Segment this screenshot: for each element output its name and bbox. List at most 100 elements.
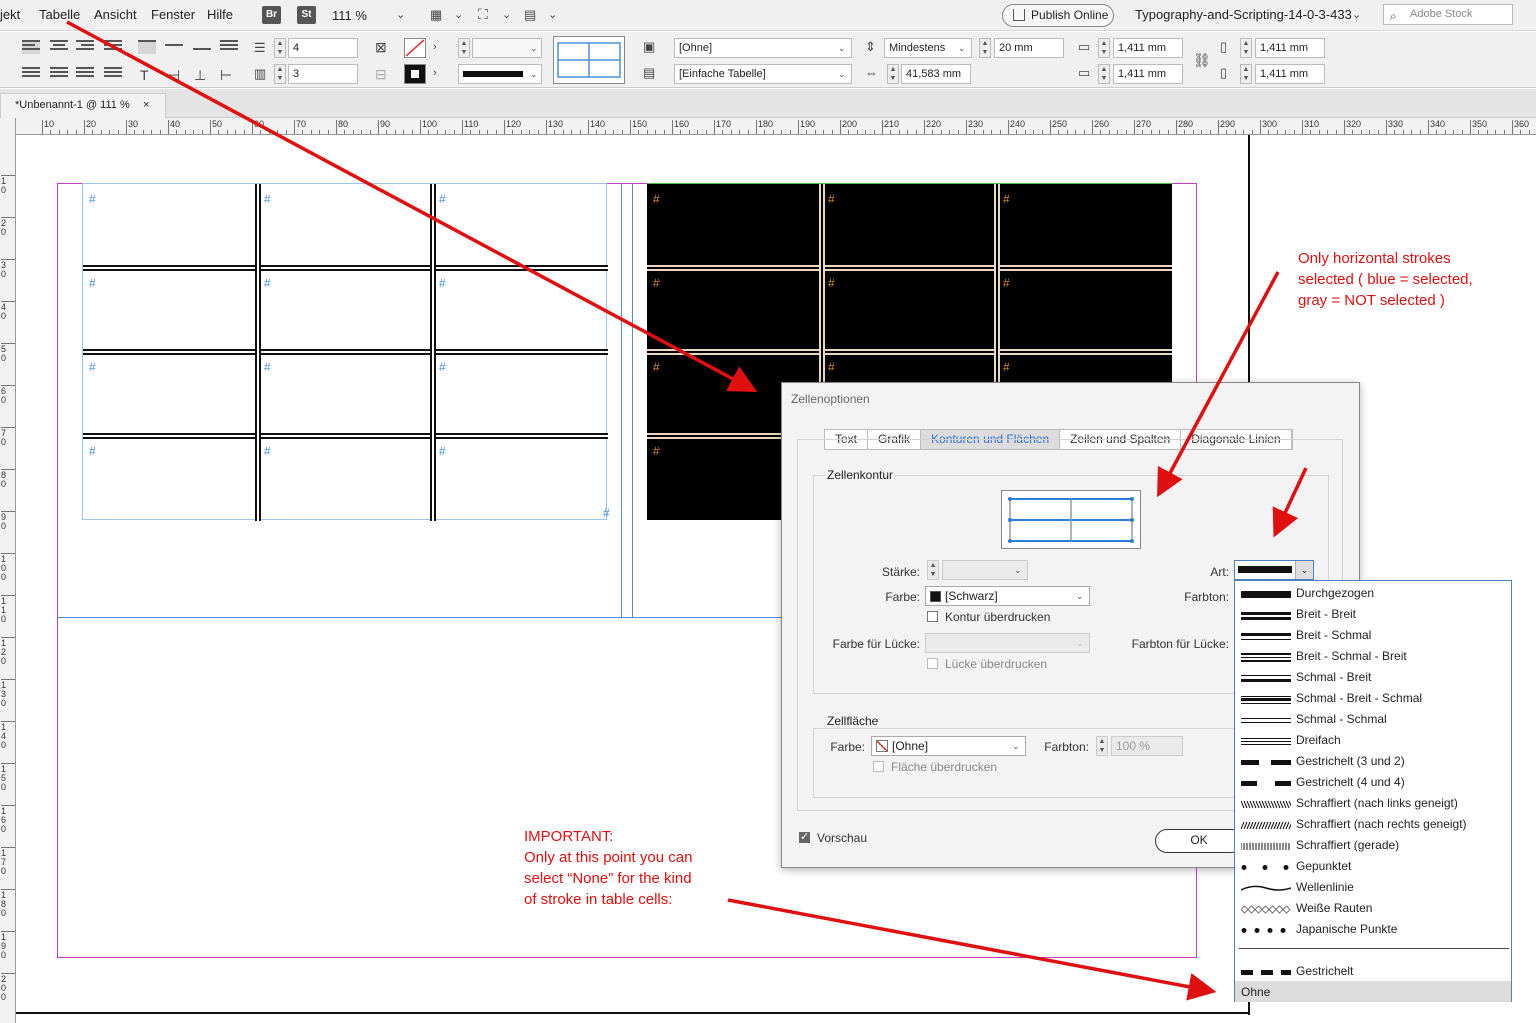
inset-right-stepper[interactable]: ▲ ▼: [1240, 64, 1252, 84]
stroke-type-option-thick-thin[interactable]: Breit - Schmal: [1235, 624, 1511, 645]
document-title[interactable]: Typography-and-Scripting-14-0-3-433: [1135, 7, 1352, 22]
row-height-stepper[interactable]: ▲ ▼: [979, 38, 991, 58]
table-cell[interactable]: #: [649, 186, 820, 266]
column-width-stepper[interactable]: ▲ ▼: [887, 64, 899, 84]
fill-color-select[interactable]: [Ohne]: [871, 736, 1026, 756]
stroke-type-select[interactable]: ⌄: [1234, 560, 1314, 580]
table-cell[interactable]: #: [999, 270, 1170, 350]
stroke-type-option-thick-thin-thick[interactable]: Breit - Schmal - Breit: [1235, 645, 1511, 666]
chevron-down-icon[interactable]: ⌄: [454, 8, 463, 21]
close-icon[interactable]: ×: [143, 94, 149, 117]
vertical-ruler[interactable]: 10 20 30 40 50 60 70 80 90 100 110 120 130 140 150 160 1…: [0, 118, 16, 1023]
stroke-type-option-japanese-dots[interactable]: Japanische Punkte: [1235, 918, 1511, 939]
overprint-stroke-checkbox[interactable]: [927, 611, 938, 622]
rotate-text-270-icon[interactable]: ⊢: [220, 67, 232, 84]
rows-input[interactable]: 4: [288, 38, 358, 58]
chevron-down-icon[interactable]: ⌄: [1076, 591, 1084, 602]
overprint-fill-checkbox[interactable]: [873, 761, 884, 772]
table-cell[interactable]: #: [260, 186, 431, 266]
table-cell[interactable]: #: [824, 270, 995, 350]
justify-left-icon[interactable]: [22, 67, 40, 81]
align-right-icon[interactable]: [76, 40, 94, 54]
justify-right-icon[interactable]: [76, 67, 94, 81]
table-cell[interactable]: #: [85, 438, 256, 519]
stroke-type-option-thick-thick[interactable]: Breit - Breit: [1235, 603, 1511, 624]
align-bottom-icon[interactable]: [193, 48, 211, 62]
chevron-down-icon[interactable]: ⌄: [530, 69, 538, 80]
stroke-weight-stepper[interactable]: ▲ ▼: [927, 560, 939, 580]
row-stroke[interactable]: [647, 265, 1172, 271]
justify-center-icon[interactable]: [50, 67, 68, 81]
menu-item-ansicht[interactable]: Ansicht: [94, 7, 137, 22]
adobe-stock-search-input[interactable]: ⌕ Adobe Stock: [1383, 4, 1513, 25]
fill-tint-stepper[interactable]: ▲ ▼: [1096, 736, 1108, 756]
zoom-level[interactable]: 111 %: [332, 8, 367, 23]
stroke-type-option-triple[interactable]: Dreifach: [1235, 729, 1511, 750]
row-stroke[interactable]: [83, 433, 608, 439]
menu-item-tabelle[interactable]: Tabelle: [39, 7, 80, 22]
chevron-down-icon[interactable]: ⌄: [502, 8, 511, 21]
screen-mode-icon[interactable]: ▦: [430, 7, 442, 23]
align-vertical-justify-icon[interactable]: [220, 40, 238, 54]
table-cell[interactable]: #: [649, 270, 820, 350]
row-stroke[interactable]: [83, 265, 608, 271]
stroke-weight-stepper[interactable]: ▲ ▼: [458, 38, 470, 58]
inset-right-input[interactable]: 1,411 mm: [1255, 64, 1325, 84]
chevron-down-icon[interactable]: ⌄: [838, 69, 846, 80]
chevron-right-icon[interactable]: ›: [433, 41, 437, 53]
table-cell[interactable]: #: [260, 354, 431, 434]
stroke-selection-proxy[interactable]: [1001, 490, 1141, 549]
cell-style-select[interactable]: [Ohne]: [674, 38, 852, 58]
chevron-right-icon[interactable]: ›: [433, 67, 437, 79]
bridge-icon[interactable]: Br: [262, 6, 281, 24]
columns-stepper[interactable]: ▲ ▼: [274, 64, 286, 84]
row-stroke[interactable]: [647, 349, 1172, 355]
overprint-gap-checkbox[interactable]: [927, 658, 938, 669]
chevron-down-icon[interactable]: ⌄: [530, 43, 538, 54]
publish-online-button[interactable]: Publish Online: [1002, 4, 1114, 27]
chevron-down-icon[interactable]: ⌄: [1352, 8, 1361, 21]
stroke-type-option-dashed[interactable]: Gestrichelt: [1235, 960, 1511, 981]
stroke-proxy-preview[interactable]: [553, 36, 625, 84]
row-height-input[interactable]: 20 mm: [994, 38, 1064, 58]
chevron-down-icon[interactable]: ⌄: [548, 8, 557, 21]
menu-item-hilfe[interactable]: Hilfe: [207, 7, 233, 22]
inset-top-stepper[interactable]: ▲ ▼: [1098, 38, 1110, 58]
stroke-type-option-white-diamond[interactable]: Weiße Rauten: [1235, 897, 1511, 918]
stroke-type-option-thin-thick-thin[interactable]: Schmal - Breit - Schmal: [1235, 687, 1511, 708]
inset-left-input[interactable]: 1,411 mm: [1255, 38, 1325, 58]
justify-all-icon[interactable]: [104, 67, 122, 81]
table-cell[interactable]: #: [435, 438, 606, 519]
align-center-icon[interactable]: [50, 40, 68, 54]
stroke-color-select[interactable]: [Schwarz]: [925, 586, 1090, 606]
align-middle-icon[interactable]: [165, 44, 183, 58]
stroke-type-option-none[interactable]: Ohne: [1235, 981, 1511, 1002]
inset-bottom-stepper[interactable]: ▲ ▼: [1098, 64, 1110, 84]
table-cell[interactable]: #: [260, 270, 431, 350]
arrange-documents-icon[interactable]: ▤: [524, 7, 536, 23]
align-left-icon[interactable]: [22, 40, 40, 54]
table-cell[interactable]: #: [85, 270, 256, 350]
row-stroke[interactable]: [83, 349, 608, 355]
column-stroke[interactable]: [430, 184, 436, 521]
table-cell[interactable]: #: [85, 354, 256, 434]
stroke-type-option-solid[interactable]: Durchgezogen: [1235, 582, 1511, 603]
stroke-type-option-thin-thick[interactable]: Schmal - Breit: [1235, 666, 1511, 687]
chevron-down-icon[interactable]: ⌄: [958, 43, 966, 54]
chevron-down-icon[interactable]: ⌄: [396, 8, 405, 21]
table-cell[interactable]: #: [260, 438, 431, 519]
merge-cells-icon[interactable]: ⊠: [375, 39, 387, 56]
table-cell[interactable]: #: [435, 354, 606, 434]
menu-item-fenster[interactable]: Fenster: [151, 7, 195, 22]
column-stroke[interactable]: [255, 184, 261, 521]
table-cell[interactable]: #: [435, 270, 606, 350]
gap-color-select[interactable]: [925, 633, 1090, 653]
align-top-icon[interactable]: [138, 40, 156, 54]
stroke-type-option-hatch-right[interactable]: Schraffiert (nach rechts geneigt): [1235, 813, 1511, 834]
fit-screen-icon[interactable]: ⛶: [478, 6, 488, 23]
columns-input[interactable]: 3: [288, 64, 358, 84]
inset-top-input[interactable]: 1,411 mm: [1113, 38, 1183, 58]
table-left[interactable]: # # # # # # # # # # # # #: [82, 183, 610, 521]
stroke-type-option-dashed-4-4[interactable]: Gestrichelt (4 und 4): [1235, 771, 1511, 792]
inset-left-stepper[interactable]: ▲ ▼: [1240, 38, 1252, 58]
